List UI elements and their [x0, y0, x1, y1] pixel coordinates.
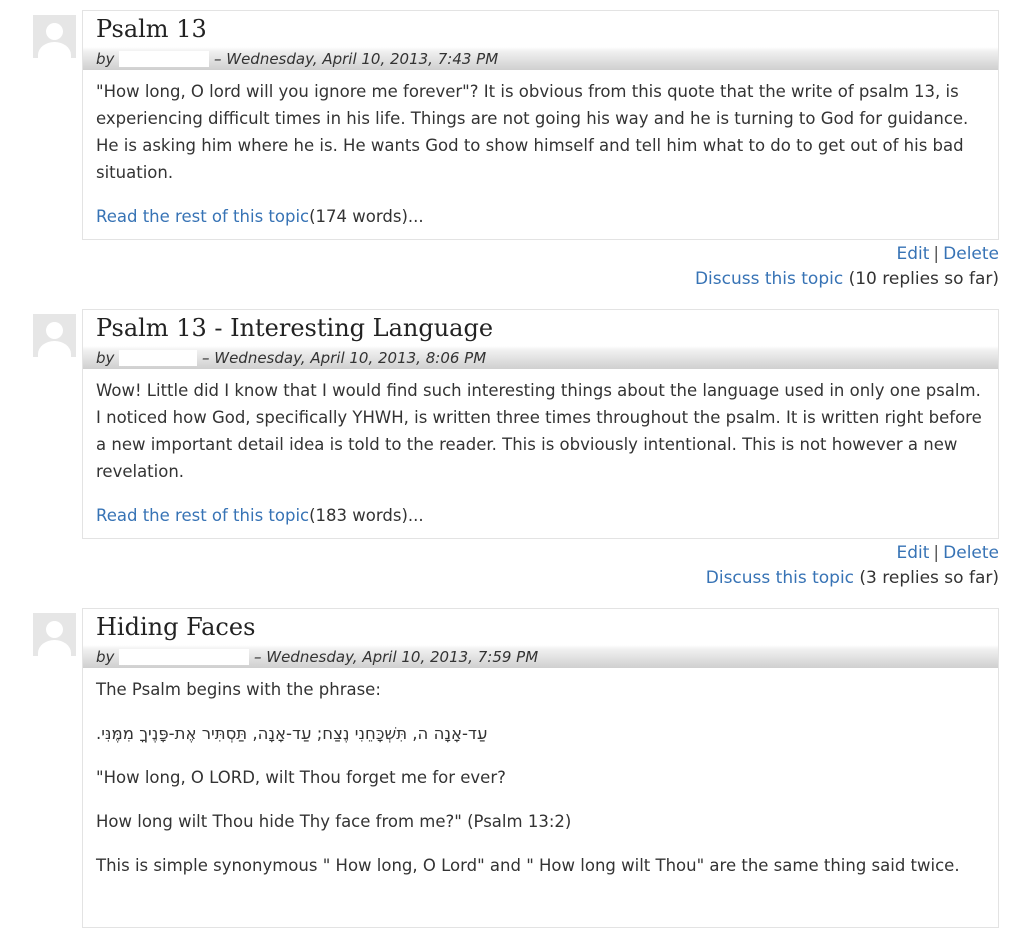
post-read-more: Read the rest of this topic(174 words)..… — [96, 203, 985, 230]
post-paragraph: Wow! Little did I know that I would find… — [96, 381, 982, 481]
post-byline: by – Wednesday, April 10, 2013, 7:43 PM — [96, 49, 498, 69]
byline-prefix: by — [96, 349, 115, 367]
post-byline: by – Wednesday, April 10, 2013, 7:59 PM — [96, 647, 538, 667]
post-read-more: Read the rest of this topic(183 words)..… — [96, 502, 985, 529]
post-body: The Psalm begins with the phrase: עַד-אָ… — [83, 668, 998, 891]
avatar-head-icon — [46, 23, 63, 40]
post-title: Psalm 13 — [96, 15, 207, 43]
post-actions: Edit | Delete Discuss this topic (10 repli… — [695, 242, 999, 292]
post-paragraph: The Psalm begins with the phrase: — [96, 680, 381, 699]
hebrew-verse: עַד-אָנָה ה, תִּשְׁכָּחֵנִי נֶצַח; עַד-א… — [96, 724, 488, 743]
user-avatar — [33, 314, 76, 357]
redacted-author — [119, 350, 198, 366]
avatar-body-icon — [38, 42, 71, 58]
delete-link[interactable]: Delete — [943, 244, 999, 264]
discuss-row: Discuss this topic (10 replies so far) — [695, 267, 999, 292]
edit-delete-row: Edit | Delete — [695, 242, 999, 267]
user-avatar — [33, 15, 76, 58]
word-count: (174 words)... — [309, 207, 424, 226]
post-paragraph: How long wilt Thou hide Thy face from me… — [96, 812, 572, 831]
post-paragraph: This is simple synonymous " How long, O … — [96, 856, 960, 875]
post-body: "How long, O lord will you ignore me for… — [83, 70, 998, 242]
user-avatar — [33, 613, 76, 656]
read-more-link[interactable]: Read the rest of this topic — [96, 207, 309, 226]
avatar-body-icon — [38, 341, 71, 357]
word-count: (183 words)... — [309, 506, 424, 525]
post-date: – Wednesday, April 10, 2013, 8:06 PM — [201, 349, 487, 367]
edit-link[interactable]: Edit — [896, 543, 929, 563]
discuss-link[interactable]: Discuss this topic — [706, 568, 854, 588]
forum-post: Psalm 13 - Interesting Language by – Wed… — [82, 309, 999, 539]
separator: | — [933, 244, 940, 264]
post-header: Psalm 13 by – Wednesday, April 10, 2013,… — [83, 11, 998, 70]
post-date: – Wednesday, April 10, 2013, 7:43 PM — [213, 50, 499, 68]
separator: | — [933, 543, 940, 563]
byline-prefix: by — [96, 648, 115, 666]
reply-count: (3 replies so far) — [859, 568, 999, 588]
avatar-head-icon — [46, 621, 63, 638]
redacted-author — [119, 649, 250, 665]
avatar-body-icon — [38, 640, 71, 656]
redacted-author — [119, 51, 210, 67]
byline-prefix: by — [96, 50, 115, 68]
forum-post: Hiding Faces by – Wednesday, April 10, 2… — [82, 608, 999, 928]
discuss-row: Discuss this topic (3 replies so far) — [706, 566, 999, 591]
delete-link[interactable]: Delete — [943, 543, 999, 563]
discuss-link[interactable]: Discuss this topic — [695, 269, 843, 289]
post-title: Psalm 13 - Interesting Language — [96, 314, 494, 342]
forum-post: Psalm 13 by – Wednesday, April 10, 2013,… — [82, 10, 999, 240]
post-paragraph: "How long, O lord will you ignore me for… — [96, 82, 969, 182]
post-paragraph: "How long, O LORD, wilt Thou forget me f… — [96, 768, 506, 787]
post-header: Hiding Faces by – Wednesday, April 10, 2… — [83, 609, 998, 668]
post-body: Wow! Little did I know that I would find… — [83, 369, 998, 541]
reply-count: (10 replies so far) — [848, 269, 999, 289]
post-title: Hiding Faces — [96, 613, 256, 641]
post-header: Psalm 13 - Interesting Language by – Wed… — [83, 310, 998, 369]
post-actions: Edit | Delete Discuss this topic (3 replie… — [706, 541, 999, 591]
avatar-head-icon — [46, 322, 63, 339]
edit-link[interactable]: Edit — [896, 244, 929, 264]
post-byline: by – Wednesday, April 10, 2013, 8:06 PM — [96, 348, 486, 368]
read-more-link[interactable]: Read the rest of this topic — [96, 506, 309, 525]
post-date: – Wednesday, April 10, 2013, 7:59 PM — [253, 648, 539, 666]
edit-delete-row: Edit | Delete — [706, 541, 999, 566]
